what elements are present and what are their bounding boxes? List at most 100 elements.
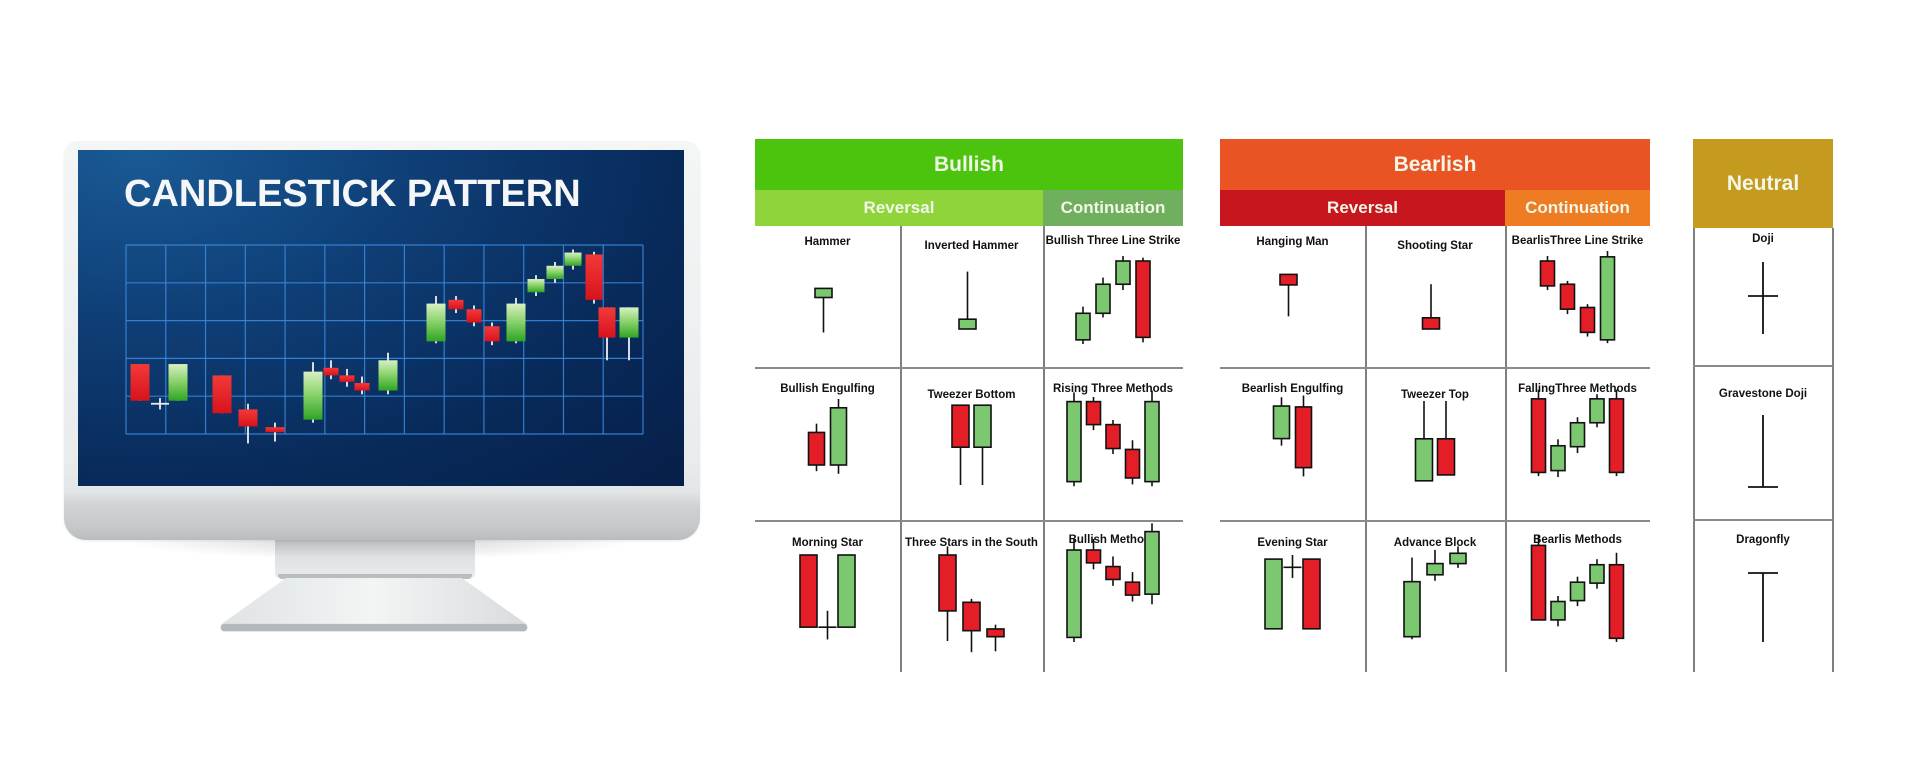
pattern-cell: Three Stars in the South [900,520,1043,672]
screen-candle-bear [466,305,482,327]
pattern-candle-bear [1530,389,1547,477]
pattern-candle-bear [1579,304,1596,337]
screen-candle-bear [598,307,616,361]
pattern-candle-bull [837,554,856,628]
pattern-diagram [1066,523,1160,642]
screen-candle-bear [585,251,603,304]
pattern-cell: Bullish Methods [1043,520,1183,672]
pattern-candle-bear [938,546,957,641]
pattern-diagram [1421,284,1441,330]
screen-candle-bear [354,376,370,395]
pattern-candle-bull [1066,538,1082,642]
pattern-candle-bull [958,271,977,330]
pattern-diagram [1414,401,1456,482]
pattern-candle-bear [1105,420,1121,455]
bearish-header: Bearlish [1220,139,1650,190]
pattern-cell: Rising Three Methods [1043,367,1183,520]
pattern-candle-bear [1530,535,1547,621]
pattern-candle-bull [1550,596,1566,627]
pattern-cell: Bullish Three Line Strike [1043,226,1183,367]
pattern-diagram [1539,251,1616,344]
screen-candle-bear [448,296,464,314]
pattern-candle-bull [829,399,848,474]
screen-candle-bear [212,375,232,414]
pattern-cell: FallingThree Methods [1505,367,1650,520]
pattern-candle-bull [1599,251,1616,344]
pattern-cell: Evening Star [1220,520,1365,672]
pattern-candle-bear [986,624,1005,652]
screen-candle-bull [168,364,188,401]
pattern-candle-bull [1569,417,1586,454]
pattern-diagram [938,546,1005,653]
pattern-candle-bear [1135,257,1151,343]
screen-candle-bull [426,296,446,344]
pattern-diagram [807,399,848,474]
pattern-candle-doji [818,610,837,640]
monitor-stand-neck [275,540,475,578]
pattern-diagram [1279,273,1298,317]
pattern-candle-bear [1085,397,1102,431]
pattern-cell: Bearlis Methods [1505,520,1650,672]
pattern-cell: Inverted Hammer [900,226,1043,367]
screen-candle-bear [238,403,258,444]
pattern-candle-bull [1569,576,1586,607]
pattern-candle-bear [951,404,970,485]
pattern-cell: Morning Star [755,520,900,672]
pattern-cell: Advance Block [1365,520,1505,672]
pattern-diagram [1264,555,1321,630]
pattern-candle-doji [1283,555,1302,578]
pattern-candle-bear [1436,401,1456,476]
pattern-candle-bull [1075,306,1091,344]
screen-candle-bull [303,362,323,423]
bullish-continuation-header: Continuation [1043,190,1183,226]
pattern-candle-bull [1550,439,1566,478]
pattern-cell: Doji [1693,228,1833,365]
pattern-candle-bear [1124,572,1141,602]
pattern-candle-bear [1608,389,1625,477]
pattern-candle-bear [1105,556,1121,586]
pattern-candle-bear [1608,552,1625,642]
pattern-candle-bull [1589,394,1605,428]
pattern-cell: Bullish Engulfing [755,367,900,520]
pattern-cell: Hammer [755,226,900,367]
pattern-candle-bull [1115,256,1131,291]
pattern-diagram [958,271,977,330]
pattern-candle-bear [1421,284,1441,330]
monitor-stand-base [220,578,528,632]
pattern-diagram [1066,390,1160,487]
pattern-diagram [951,404,992,485]
screen-candles [130,249,639,444]
pattern-candle-bear [1279,273,1298,317]
pattern-cell: Bearlish Engulfing [1220,367,1365,520]
pattern-diagram [1403,546,1467,640]
pattern-candle-bear [807,423,826,472]
bullish-reversal-header: Reversal [755,190,1043,226]
screen-grid [125,244,644,435]
pattern-diagram [799,554,856,640]
pattern-candle-bear [962,598,981,653]
pattern-candle-bear [1085,538,1102,570]
pattern-candle-bear [1294,395,1313,477]
pattern-candle-bull [1449,546,1467,568]
pattern-diagram [1530,535,1625,642]
bearish-continuation-header: Continuation [1505,190,1650,226]
pattern-diagram [1530,389,1625,478]
pattern-candle-bull [1095,277,1111,318]
pattern-candle-bear [1302,558,1321,630]
pattern-candle-bull [1264,558,1283,630]
pattern-candle-bear [799,554,818,628]
screen-candle-bear [339,368,355,387]
pattern-diagram [814,287,833,333]
screen-candle-bear [265,422,285,442]
pattern-candle-bull [814,287,833,333]
pattern-candle-bear [1539,256,1556,291]
pattern-candle-bull [1589,559,1605,589]
screen-candle-bull [619,307,639,361]
pattern-candle-bear [1124,440,1141,485]
pattern-cell: Tweezer Top [1365,367,1505,520]
bearish-reversal-header: Reversal [1220,190,1505,226]
screen-candle-bull [546,262,564,283]
screen-candle-bull [564,249,582,270]
pattern-cell: Shooting Star [1365,226,1505,367]
pattern-cell: Gravestone Doji [1693,365,1833,519]
